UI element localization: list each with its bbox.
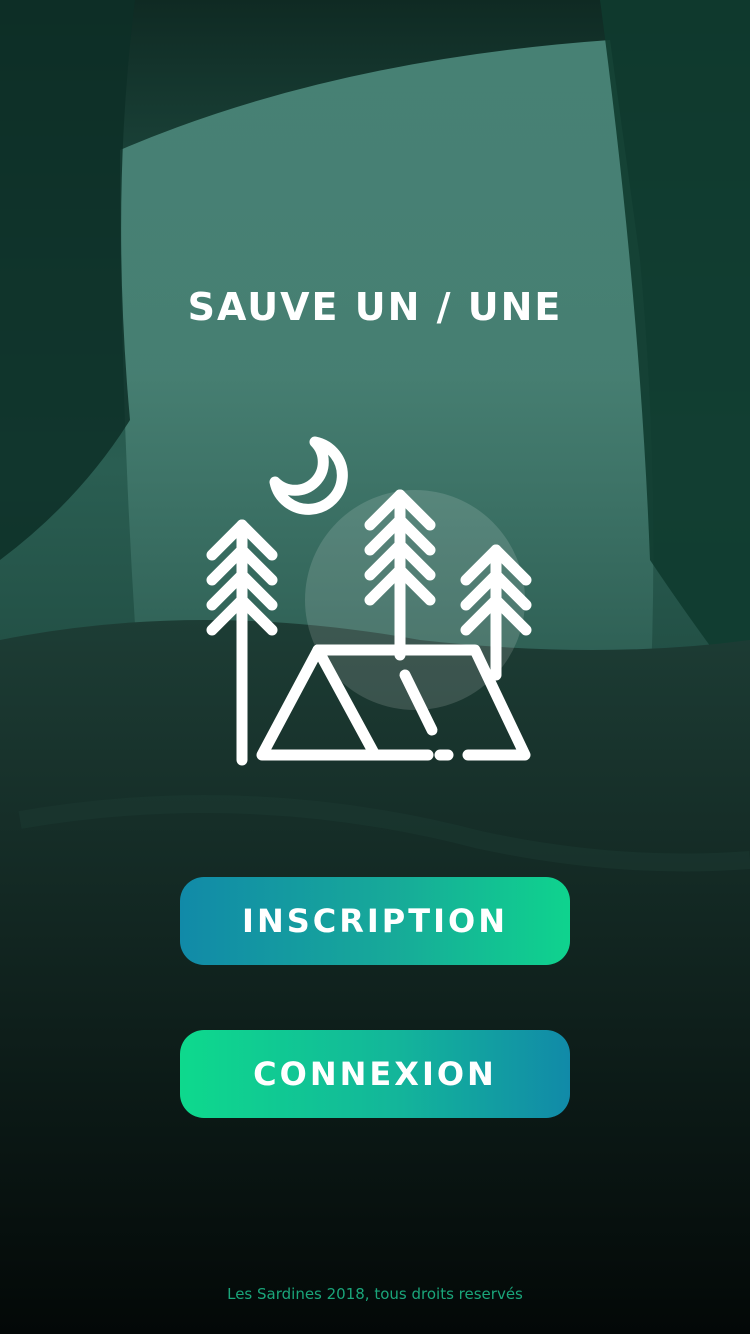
signup-button[interactable]: INSCRIPTION — [180, 877, 570, 965]
footer-copyright: Les Sardines 2018, tous droits reservés — [227, 1285, 523, 1303]
page-title: SAUVE UN / UNE — [187, 285, 563, 329]
login-button[interactable]: CONNEXION — [180, 1030, 570, 1118]
camping-logo-icon — [200, 430, 540, 775]
